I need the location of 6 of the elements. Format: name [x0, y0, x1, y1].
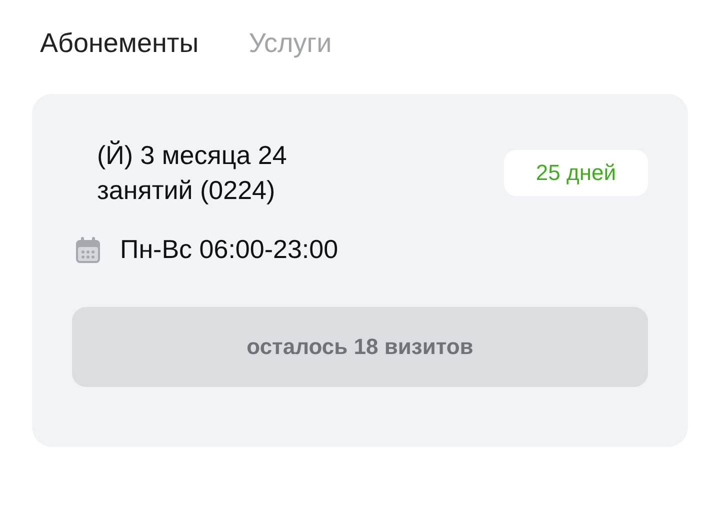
- tab[interactable]: Услуги: [248, 28, 332, 59]
- subscription-title: (Й) 3 месяца 24 занятий (0224): [97, 139, 288, 207]
- days-left-badge: 25 дней: [504, 150, 648, 196]
- schedule-text: Пн-Вс 06:00-23:00: [120, 234, 338, 265]
- calendar-icon: [76, 236, 100, 262]
- tab[interactable]: Абонементы: [40, 28, 199, 59]
